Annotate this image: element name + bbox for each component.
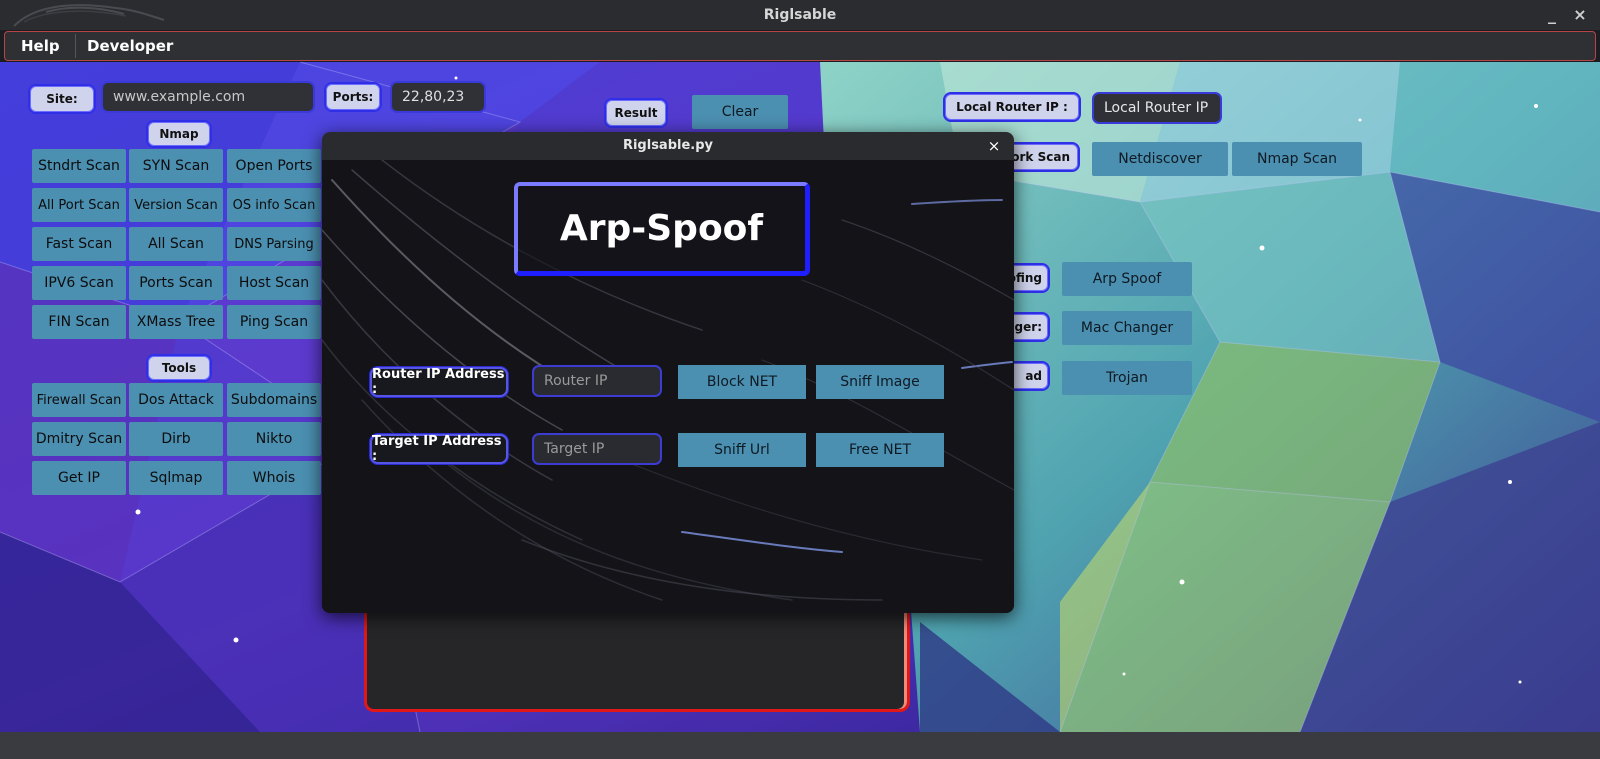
sniff-url-button[interactable]: Sniff Url [678,433,806,467]
open-ports-button[interactable]: Open Ports [227,149,321,183]
os-info-scan-button[interactable]: OS info Scan [227,188,321,222]
fin-scan-button[interactable]: FIN Scan [32,305,126,339]
menu-help[interactable]: Help [21,32,60,60]
window-title: Riglsable [763,7,837,23]
free-net-button[interactable]: Free NET [816,433,944,467]
router-ip-input[interactable]: Router IP [532,365,662,397]
arp-spoof-button[interactable]: Arp Spoof [1062,262,1192,296]
dialog-heading: Arp-Spoof [514,182,810,276]
get-ip-button[interactable]: Get IP [32,461,126,495]
clear-button[interactable]: Clear [692,95,788,129]
dirb-button[interactable]: Dirb [129,422,223,456]
router-ip-label: Router IP Address : [370,367,508,397]
nmap-scan-button[interactable]: Nmap Scan [1232,142,1362,176]
firewall-scan-button[interactable]: Firewall Scan [32,383,126,417]
syn-scan-button[interactable]: SYN Scan [129,149,223,183]
ports-input[interactable]: 22,80,23 [390,81,486,113]
result-output[interactable] [364,598,910,712]
app-window: Riglsable _ × Help Developer Site: www.e… [0,0,1600,759]
close-icon[interactable]: × [1570,0,1590,30]
dos-attack-button[interactable]: Dos Attack [129,383,223,417]
all-port-scan-button[interactable]: All Port Scan [32,188,126,222]
local-router-input[interactable]: Local Router IP [1092,92,1222,124]
all-scan-button[interactable]: All Scan [129,227,223,261]
result-label: Result [604,98,668,128]
whois-button[interactable]: Whois [227,461,321,495]
target-ip-label: Target IP Address : [370,434,508,464]
mac-changer-button[interactable]: Mac Changer [1062,311,1192,345]
menu-developer[interactable]: Developer [87,32,173,60]
stndrt-scan-button[interactable]: Stndrt Scan [32,149,126,183]
arp-spoof-dialog: Riglsable.py × Arp-Spoof Router IP Addre… [322,132,1014,613]
dialog-body: Arp-Spoof Router IP Address : Router IP … [322,160,1014,613]
sniff-image-button[interactable]: Sniff Image [816,365,944,399]
site-input[interactable]: www.example.com [101,81,315,113]
version-scan-button[interactable]: Version Scan [129,188,223,222]
nmap-section-label: Nmap [146,120,212,148]
dmitry-scan-button[interactable]: Dmitry Scan [32,422,126,456]
netdiscover-button[interactable]: Netdiscover [1092,142,1228,176]
dialog-title-bar: Riglsable.py [322,132,1014,160]
xmass-tree-button[interactable]: XMass Tree [129,305,223,339]
host-scan-button[interactable]: Host Scan [227,266,321,300]
nikto-button[interactable]: Nikto [227,422,321,456]
dialog-title: Riglsable.py [622,138,714,153]
subdomains-button[interactable]: Subdomains [227,383,321,417]
target-ip-input[interactable]: Target IP [532,433,662,465]
ports-scan-button[interactable]: Ports Scan [129,266,223,300]
local-router-label: Local Router IP : [943,92,1081,122]
status-bar [0,732,1600,759]
kali-dragon-icon [13,4,165,27]
ports-label: Ports: [324,82,382,112]
trojan-button[interactable]: Trojan [1062,361,1192,395]
tools-section-label: Tools [146,354,212,382]
dialog-close-icon[interactable]: × [986,132,1002,160]
sqlmap-button[interactable]: Sqlmap [129,461,223,495]
block-net-button[interactable]: Block NET [678,365,806,399]
site-label: Site: [28,84,96,114]
menu-divider [75,34,76,58]
dns-parsing-button[interactable]: DNS Parsing [227,227,321,261]
title-bar: Riglsable _ × [0,0,1600,30]
minimize-icon[interactable]: _ [1542,0,1562,30]
ping-scan-button[interactable]: Ping Scan [227,305,321,339]
fast-scan-button[interactable]: Fast Scan [32,227,126,261]
menu-bar: Help Developer [4,31,1596,61]
ipv6-scan-button[interactable]: IPV6 Scan [32,266,126,300]
